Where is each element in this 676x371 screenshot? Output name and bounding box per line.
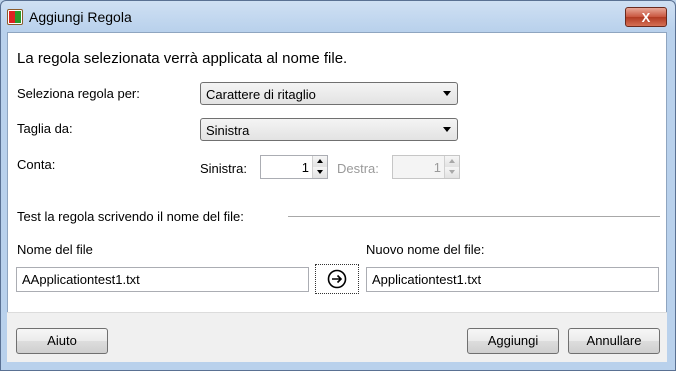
- left-count-decrement[interactable]: [313, 167, 327, 178]
- apply-test-button[interactable]: [315, 264, 359, 294]
- test-section-title: Test la regola scrivendo il nome del fil…: [17, 209, 244, 224]
- chevron-down-icon: [443, 127, 451, 132]
- arrow-up-icon: [317, 159, 323, 163]
- rule-select-label: Seleziona regola per:: [17, 86, 140, 101]
- cancel-button[interactable]: Annullare: [568, 328, 660, 354]
- filename-label: Nome del file: [17, 242, 93, 257]
- arrow-right-circle-icon: [327, 269, 347, 289]
- arrow-down-icon: [449, 170, 455, 174]
- left-count-stepper[interactable]: 1: [260, 155, 328, 179]
- cut-from-dropdown[interactable]: Sinistra: [200, 118, 458, 141]
- right-count-stepper[interactable]: 1: [392, 155, 460, 179]
- app-icon: [7, 9, 23, 25]
- title-bar[interactable]: Aggiungi Regola X: [1, 1, 675, 33]
- left-count-label: Sinistra:: [200, 161, 247, 176]
- rule-select-value: Carattere di ritaglio: [206, 87, 316, 102]
- left-count-value: 1: [301, 160, 309, 175]
- help-button[interactable]: Aiuto: [16, 328, 108, 354]
- new-filename-label: Nuovo nome del file:: [366, 242, 485, 257]
- right-count-label: Destra:: [337, 161, 379, 176]
- new-filename-field[interactable]: [366, 267, 659, 292]
- rule-select-dropdown[interactable]: Carattere di ritaglio: [200, 82, 458, 105]
- arrow-down-icon: [317, 170, 323, 174]
- new-filename-input[interactable]: [367, 268, 658, 291]
- right-count-value: 1: [433, 160, 441, 175]
- chevron-down-icon: [443, 91, 451, 96]
- arrow-up-icon: [449, 159, 455, 163]
- close-button[interactable]: X: [625, 7, 667, 27]
- filename-input[interactable]: [17, 268, 308, 291]
- add-button[interactable]: Aggiungi: [467, 328, 559, 354]
- section-divider: [288, 216, 660, 217]
- count-label: Conta:: [17, 157, 56, 172]
- description-text: La regola selezionata verrà applicata al…: [17, 50, 348, 67]
- right-count-decrement[interactable]: [445, 167, 459, 178]
- cut-select-value: Sinistra: [206, 123, 250, 138]
- cut-select-label: Taglia da:: [17, 121, 73, 136]
- window-title: Aggiungi Regola: [29, 9, 132, 25]
- filename-field[interactable]: [16, 267, 309, 292]
